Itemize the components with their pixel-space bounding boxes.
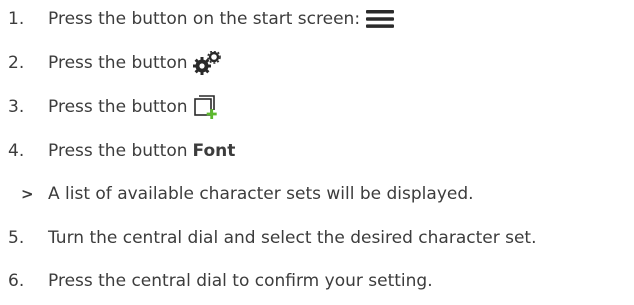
step-5: 5. Turn the central dial and select the … [0, 223, 634, 253]
step-number: 4. [8, 141, 25, 161]
step-text: Press the button [48, 97, 188, 117]
step-text: Press the button [48, 141, 188, 161]
step-text: Press the central dial to confirm your s… [48, 271, 433, 291]
step-number: 1. [8, 9, 25, 29]
step-4: 4. Press the button Font [0, 136, 634, 166]
step-text: Turn the central dial and select the des… [48, 228, 537, 248]
instruction-list: 1. Press the button on the start screen:… [0, 0, 634, 305]
step-2: 2. Press the button [0, 48, 634, 78]
step-1: 1. Press the button on the start screen: [0, 4, 634, 34]
step-number: 6. [8, 271, 25, 291]
step-text: Press the button on the start screen: [48, 9, 361, 29]
step-result: > A list of available character sets wil… [0, 179, 634, 209]
result-text: A list of available character sets will … [48, 184, 474, 204]
step-6: 6. Press the central dial to confirm you… [0, 266, 634, 296]
menu-icon [365, 9, 395, 29]
add-window-icon [193, 94, 219, 120]
step-text: Press the button [48, 53, 188, 73]
result-marker: > [21, 185, 34, 203]
font-button-label: Font [192, 141, 236, 161]
gears-icon [192, 51, 221, 75]
step-number: 5. [8, 228, 25, 248]
step-number: 3. [8, 97, 25, 117]
step-3: 3. Press the button [0, 92, 634, 122]
step-number: 2. [8, 53, 25, 73]
